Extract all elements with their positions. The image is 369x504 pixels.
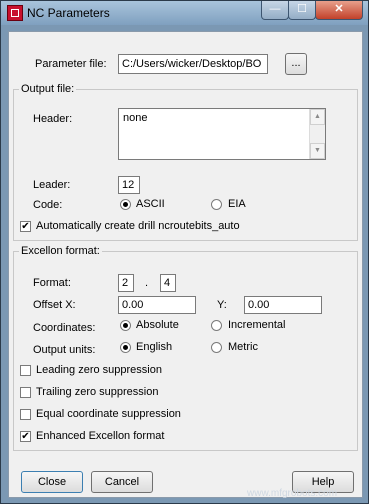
offset-x-field[interactable]: 0.00: [118, 296, 196, 314]
equal-coordinate-checkbox[interactable]: [20, 409, 31, 420]
offset-x-label: Offset X:: [33, 299, 76, 311]
auto-create-checkbox[interactable]: ✔: [20, 221, 31, 232]
trailing-zero-label: Trailing zero suppression: [36, 386, 159, 398]
watermark-text: www.mfgrobots.com: [247, 488, 338, 499]
units-metric-radio[interactable]: [211, 342, 222, 353]
code-eia-radio[interactable]: [211, 199, 222, 210]
format-label: Format:: [33, 277, 71, 289]
offset-y-field[interactable]: 0.00: [244, 296, 322, 314]
header-scrollbar[interactable]: ▲ ▼: [309, 109, 325, 159]
coordinates-absolute-label: Absolute: [136, 319, 179, 331]
code-ascii-label: ASCII: [136, 198, 165, 210]
code-ascii-radio[interactable]: [120, 199, 131, 210]
header-textarea[interactable]: none ▲ ▼: [118, 108, 326, 160]
equal-coordinate-label: Equal coordinate suppression: [36, 408, 181, 420]
output-units-label: Output units:: [33, 344, 96, 356]
coordinates-incremental-label: Incremental: [228, 319, 286, 331]
leading-zero-checkbox[interactable]: [20, 365, 31, 376]
enhanced-excellon-checkbox[interactable]: ✔: [20, 431, 31, 442]
output-file-group-title: Output file:: [19, 83, 77, 95]
header-label: Header:: [33, 113, 73, 125]
offset-y-label: Y:: [217, 299, 227, 311]
app-icon: [7, 5, 23, 21]
code-label: Code:: [33, 199, 63, 211]
leading-zero-label: Leading zero suppression: [36, 364, 162, 376]
close-window-button[interactable]: ✕: [315, 1, 363, 20]
units-english-radio[interactable]: [120, 342, 131, 353]
coordinates-incremental-radio[interactable]: [211, 320, 222, 331]
leader-field[interactable]: 12: [118, 176, 140, 194]
code-eia-label: EIA: [228, 198, 246, 210]
units-metric-label: Metric: [228, 341, 258, 353]
scroll-up-icon[interactable]: ▲: [310, 109, 325, 125]
coordinates-label: Coordinates:: [33, 322, 96, 334]
parameter-file-field[interactable]: C:/Users/wicker/Desktop/BO: [118, 54, 268, 74]
title-bar[interactable]: NC Parameters — ☐ ✕: [1, 1, 368, 25]
browse-button[interactable]: ...: [285, 53, 307, 75]
coordinates-absolute-radio[interactable]: [120, 320, 131, 331]
leader-label: Leader:: [33, 179, 71, 191]
cancel-button[interactable]: Cancel: [91, 471, 153, 493]
dialog-body: Parameter file: C:/Users/wicker/Desktop/…: [8, 31, 363, 498]
format-decimal-field[interactable]: 4: [160, 274, 176, 292]
maximize-button[interactable]: ☐: [288, 1, 316, 20]
nc-parameters-window: NC Parameters — ☐ ✕ Parameter file: C:/U…: [0, 0, 369, 504]
auto-create-label: Automatically create drill ncroutebits_a…: [36, 220, 240, 232]
format-integer-field[interactable]: 2: [118, 274, 134, 292]
format-separator: .: [145, 277, 149, 289]
units-english-label: English: [136, 341, 173, 353]
close-button[interactable]: Close: [21, 471, 83, 493]
trailing-zero-checkbox[interactable]: [20, 387, 31, 398]
parameter-file-label: Parameter file:: [35, 58, 107, 70]
excellon-group-title: Excellon format:: [19, 245, 102, 257]
minimize-button[interactable]: —: [261, 1, 289, 20]
enhanced-excellon-label: Enhanced Excellon format: [36, 430, 165, 442]
header-value: none: [123, 112, 148, 124]
scroll-down-icon[interactable]: ▼: [310, 143, 325, 159]
window-title: NC Parameters: [27, 6, 110, 20]
